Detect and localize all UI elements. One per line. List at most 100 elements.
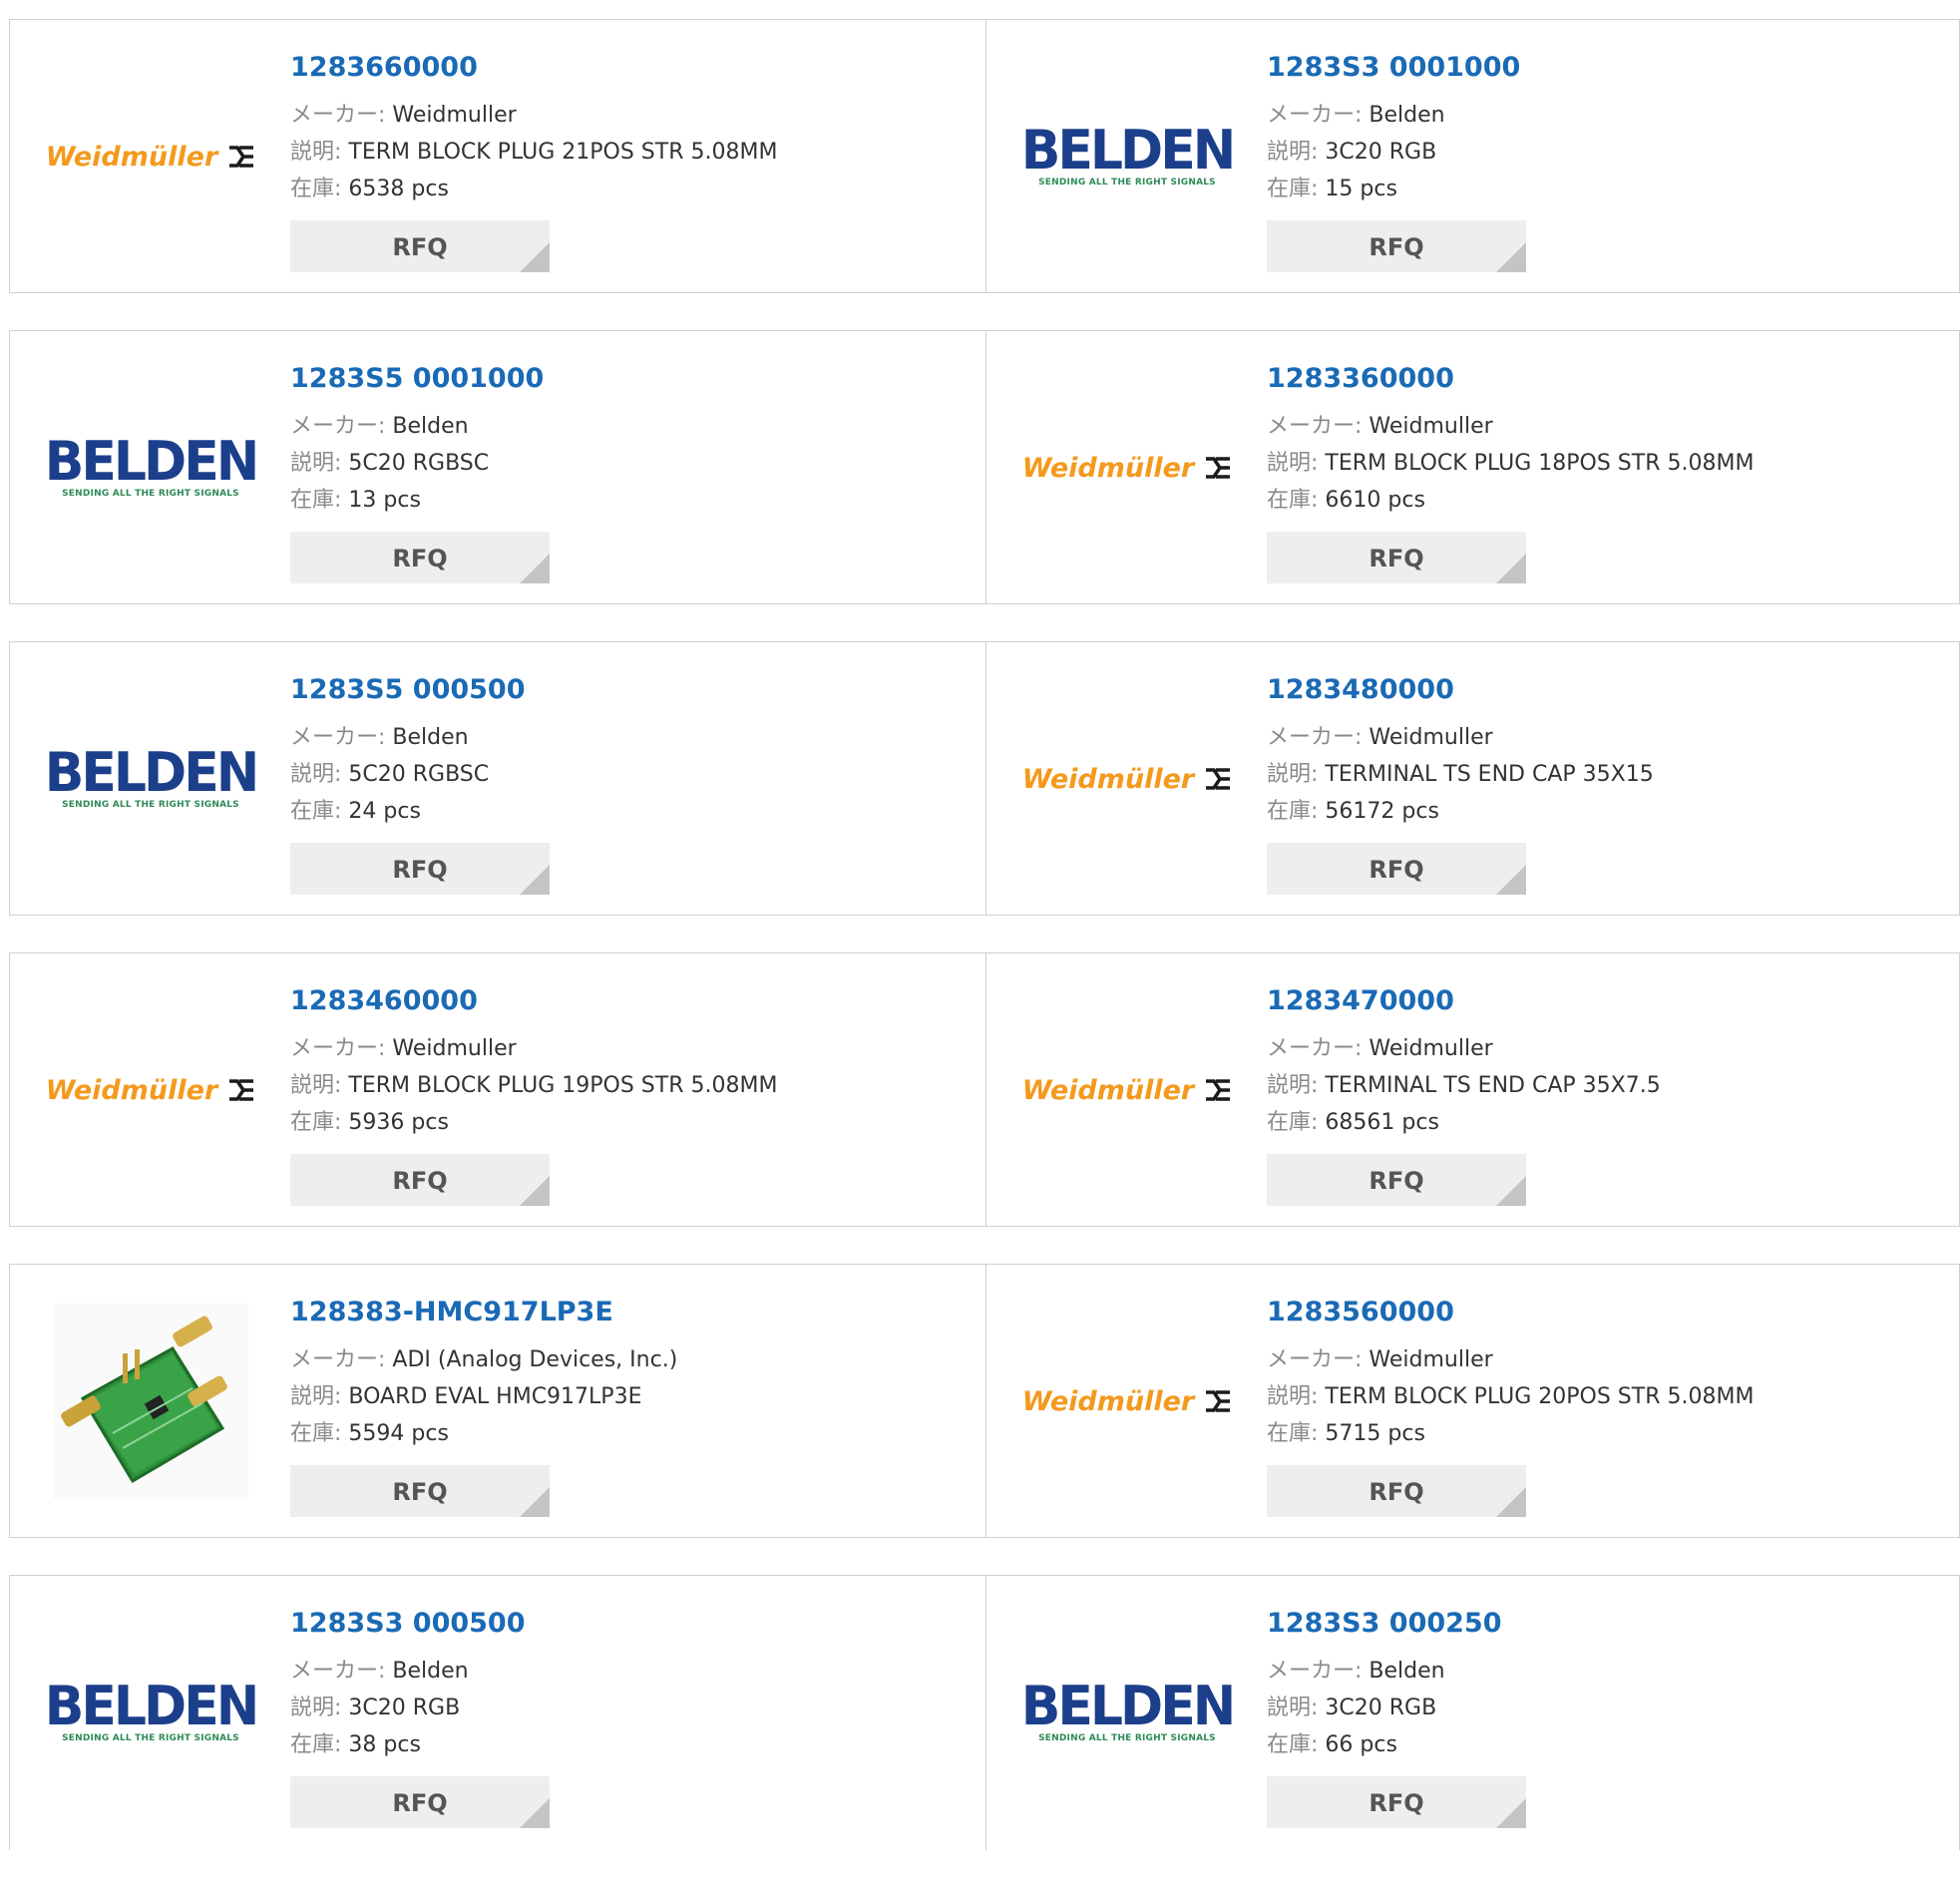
product-card: Weidmüller 1283460000 メーカー: Weidmuller 説…	[10, 953, 985, 1226]
rfq-button[interactable]: RFQ	[1267, 1465, 1526, 1517]
description-value: TERM BLOCK PLUG 21POS STR 5.08MM	[348, 140, 778, 165]
manufacturer-logo[interactable]: BELDEN SENDING ALL THE RIGHT SIGNALS	[45, 408, 259, 528]
description-line: 説明: BOARD EVAL HMC917LP3E	[290, 1378, 677, 1415]
rfq-button[interactable]: RFQ	[1267, 843, 1526, 895]
description-label: 説明:	[290, 1384, 342, 1409]
belden-logo: BELDEN SENDING ALL THE RIGHT SIGNALS	[1020, 1675, 1236, 1743]
description-line: 説明: 3C20 RGB	[290, 1690, 526, 1726]
stock-label: 在庫:	[1267, 799, 1319, 824]
maker-value: Belden	[392, 414, 469, 439]
manufacturer-logo[interactable]: Weidmüller	[46, 97, 254, 216]
rfq-button[interactable]: RFQ	[290, 220, 550, 272]
stock-line: 在庫: 13 pcs	[290, 482, 544, 519]
product-row: BELDEN SENDING ALL THE RIGHT SIGNALS 1283…	[9, 1575, 1960, 1850]
product-info: 1283360000 メーカー: Weidmuller 説明: TERM BLO…	[1267, 361, 1754, 519]
manufacturer-logo[interactable]: BELDEN SENDING ALL THE RIGHT SIGNALS	[1021, 1653, 1236, 1772]
stock-line: 在庫: 66 pcs	[1267, 1726, 1502, 1763]
rfq-label: RFQ	[1369, 545, 1424, 572]
manufacturer-logo[interactable]: BELDEN SENDING ALL THE RIGHT SIGNALS	[1021, 97, 1236, 216]
stock-label: 在庫:	[290, 1732, 342, 1757]
rfq-corner-decoration	[1496, 865, 1526, 895]
stock-value: 5715 pcs	[1325, 1421, 1425, 1446]
part-number-link[interactable]: 1283360000	[1267, 361, 1754, 397]
rfq-button[interactable]: RFQ	[1267, 1776, 1526, 1828]
description-label: 説明:	[1267, 1073, 1319, 1098]
manufacturer-logo[interactable]	[50, 1304, 251, 1499]
weidmuller-mark-icon	[229, 146, 254, 168]
part-number-link[interactable]: 1283480000	[1267, 672, 1654, 708]
part-number-link[interactable]: 1283S5 0001000	[290, 361, 544, 397]
product-grid: Weidmüller 1283660000 メーカー: Weidmuller 説…	[9, 19, 1960, 1887]
weidmuller-logo-text: Weidmüller	[1021, 452, 1195, 484]
description-value: TERMINAL TS END CAP 35X15	[1325, 762, 1654, 787]
manufacturer-logo[interactable]: BELDEN SENDING ALL THE RIGHT SIGNALS	[45, 719, 259, 839]
product-info: 1283460000 メーカー: Weidmuller 説明: TERM BLO…	[290, 983, 777, 1141]
part-number-link[interactable]: 1283470000	[1267, 983, 1661, 1019]
manufacturer-logo[interactable]: Weidmüller	[1022, 1030, 1231, 1150]
manufacturer-logo[interactable]: Weidmüller	[1022, 1341, 1231, 1461]
part-number-link[interactable]: 1283S3 0001000	[1267, 50, 1520, 86]
description-label: 説明:	[290, 140, 342, 165]
weidmuller-mark-icon	[1206, 768, 1231, 790]
description-line: 説明: TERM BLOCK PLUG 19POS STR 5.08MM	[290, 1067, 777, 1104]
manufacturer-logo[interactable]: Weidmüller	[1022, 719, 1231, 839]
description-label: 説明:	[1267, 140, 1319, 165]
description-line: 説明: 5C20 RGBSC	[290, 756, 526, 793]
maker-value: Weidmuller	[1369, 1347, 1493, 1372]
maker-value: Weidmuller	[1369, 414, 1493, 439]
weidmuller-logo-text: Weidmüller	[1021, 1385, 1195, 1417]
rfq-button[interactable]: RFQ	[290, 1776, 550, 1828]
product-card: BELDEN SENDING ALL THE RIGHT SIGNALS 1283…	[10, 642, 985, 915]
maker-value: Belden	[392, 725, 469, 750]
rfq-button[interactable]: RFQ	[1267, 532, 1526, 583]
manufacturer-logo[interactable]: Weidmüller	[1022, 408, 1231, 528]
rfq-button[interactable]: RFQ	[1267, 1154, 1526, 1206]
part-number-link[interactable]: 1283S3 000250	[1267, 1606, 1502, 1642]
product-row: BELDEN SENDING ALL THE RIGHT SIGNALS 1283…	[9, 330, 1960, 604]
part-number-link[interactable]: 128383-HMC917LP3E	[290, 1295, 677, 1330]
maker-line: メーカー: ADI (Analog Devices, Inc.)	[290, 1341, 677, 1378]
rfq-corner-decoration	[1496, 242, 1526, 272]
rfq-button[interactable]: RFQ	[290, 1154, 550, 1206]
rfq-label: RFQ	[392, 1789, 448, 1817]
maker-label: メーカー:	[290, 414, 386, 439]
maker-value: Weidmuller	[1369, 1036, 1493, 1061]
maker-value: Weidmuller	[1369, 725, 1493, 750]
rfq-button[interactable]: RFQ	[290, 843, 550, 895]
belden-logo-text: BELDEN	[44, 1675, 259, 1738]
rfq-button[interactable]: RFQ	[1267, 220, 1526, 272]
rfq-label: RFQ	[1369, 1478, 1424, 1506]
rfq-label: RFQ	[392, 856, 448, 884]
part-number-link[interactable]: 1283460000	[290, 983, 777, 1019]
description-line: 説明: TERM BLOCK PLUG 18POS STR 5.08MM	[1267, 445, 1754, 482]
stock-line: 在庫: 5715 pcs	[1267, 1415, 1754, 1452]
part-number-link[interactable]: 1283S5 000500	[290, 672, 526, 708]
stock-value: 6610 pcs	[1325, 488, 1425, 513]
rfq-label: RFQ	[392, 233, 448, 261]
product-info: 1283S3 000500 メーカー: Belden 説明: 3C20 RGB …	[290, 1606, 526, 1763]
maker-label: メーカー:	[1267, 1347, 1363, 1372]
maker-line: メーカー: Belden	[290, 408, 544, 445]
maker-label: メーカー:	[290, 725, 386, 750]
rfq-corner-decoration	[520, 865, 550, 895]
description-value: TERM BLOCK PLUG 18POS STR 5.08MM	[1325, 451, 1755, 476]
stock-label: 在庫:	[1267, 177, 1319, 201]
stock-label: 在庫:	[1267, 1110, 1319, 1135]
rfq-corner-decoration	[520, 554, 550, 583]
weidmuller-logo: Weidmüller	[46, 142, 255, 173]
part-number-link[interactable]: 1283S3 000500	[290, 1606, 526, 1642]
manufacturer-logo[interactable]: Weidmüller	[46, 1030, 254, 1150]
manufacturer-logo[interactable]: BELDEN SENDING ALL THE RIGHT SIGNALS	[45, 1653, 259, 1772]
part-number-link[interactable]: 1283560000	[1267, 1295, 1754, 1330]
maker-label: メーカー:	[290, 1347, 386, 1372]
product-info: 1283470000 メーカー: Weidmuller 説明: TERMINAL…	[1267, 983, 1661, 1141]
stock-value: 24 pcs	[348, 799, 421, 824]
part-number-link[interactable]: 1283660000	[290, 50, 777, 86]
product-card: 128383-HMC917LP3E メーカー: ADI (Analog Devi…	[10, 1265, 985, 1537]
description-label: 説明:	[290, 1696, 342, 1720]
belden-logo-text: BELDEN	[1020, 1675, 1236, 1738]
description-value: 5C20 RGBSC	[348, 762, 490, 787]
stock-value: 5594 pcs	[348, 1421, 449, 1446]
rfq-button[interactable]: RFQ	[290, 532, 550, 583]
rfq-button[interactable]: RFQ	[290, 1465, 550, 1517]
